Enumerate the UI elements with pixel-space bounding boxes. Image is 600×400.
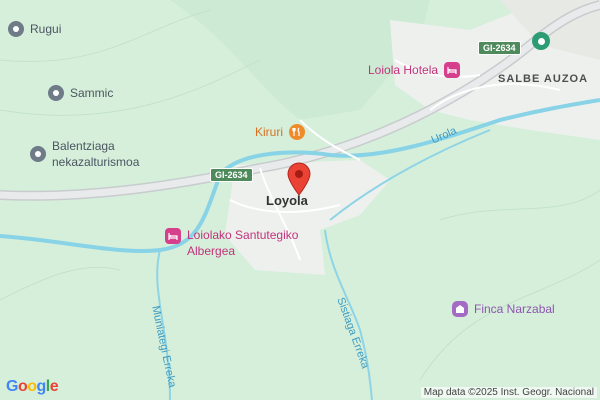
location-marker-icon[interactable] xyxy=(286,162,312,196)
google-logo-text: Google xyxy=(6,378,59,395)
restaurant-icon xyxy=(289,124,306,140)
poi-label: Loiola Hotela xyxy=(368,63,439,77)
transit-icon xyxy=(532,32,550,50)
poi-kiruri[interactable]: Kiruri xyxy=(255,124,306,140)
poi-label: Kiruri xyxy=(255,125,284,139)
poi-loiola-hotela[interactable]: Loiola Hotela xyxy=(368,62,461,78)
poi-transit[interactable] xyxy=(532,32,550,50)
poi-label: Finca Narzabal xyxy=(474,302,555,316)
poi-label: Balentziaga nekazalturismoa xyxy=(52,139,140,169)
poi-balentziaga[interactable]: Balentziaga nekazalturismoa xyxy=(30,138,139,170)
google-logo: Google xyxy=(6,378,59,396)
road-shield-gi-2634-east: GI-2634 xyxy=(478,41,521,55)
map-canvas[interactable]: GI-2634 GI-2634 Urola Muniategi Erreka S… xyxy=(0,0,600,400)
pin-icon xyxy=(8,21,24,37)
poi-label: Rugui xyxy=(30,22,62,36)
hotel-icon xyxy=(165,228,181,244)
pin-icon xyxy=(48,85,64,101)
hotel-icon xyxy=(444,62,461,78)
poi-sammic[interactable]: Sammic xyxy=(48,85,113,101)
road-shield-gi-2634-west: GI-2634 xyxy=(210,168,253,182)
poi-rugui[interactable]: Rugui xyxy=(8,21,61,37)
poi-label: Loiolako Santutegiko Albergea xyxy=(187,228,299,258)
poi-label: Sammic xyxy=(70,86,114,100)
pin-icon xyxy=(30,146,46,162)
attraction-icon xyxy=(452,301,468,317)
map-copyright[interactable]: Map data ©2025 Inst. Geogr. Nacional xyxy=(420,387,597,398)
poi-finca-narzabal[interactable]: Finca Narzabal xyxy=(452,301,555,317)
poi-loiolako-santutegiko-albergea[interactable]: Loiolako Santutegiko Albergea xyxy=(165,227,298,259)
district-label: SALBE AUZOA xyxy=(498,73,589,85)
